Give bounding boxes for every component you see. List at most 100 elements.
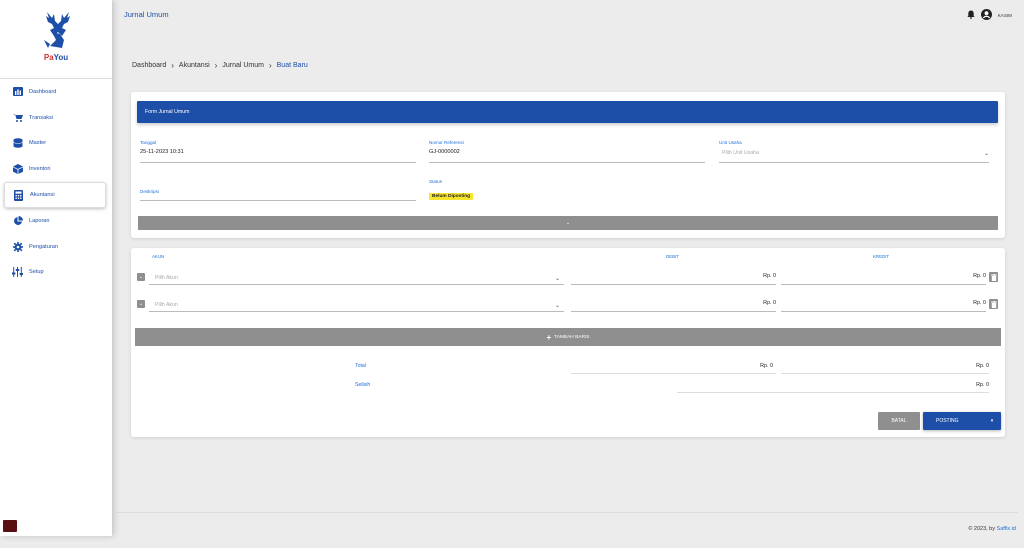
top-right-bar: KASIM <box>967 9 1012 21</box>
field-underline <box>429 162 705 163</box>
status-badge: Belum Diposting <box>429 193 474 200</box>
chevron-down-icon[interactable]: ⌄ <box>555 275 560 282</box>
sidebar: PaYou Dashboard Transaksi Master Invento… <box>0 0 112 536</box>
expand-toggle-bar[interactable]: ⌄ <box>138 216 998 230</box>
sidebar-item-dashboard[interactable]: Dashboard <box>0 79 112 105</box>
sidebar-item-master[interactable]: Master <box>0 131 112 157</box>
sidebar-item-label: Inventori <box>29 166 51 173</box>
caret-down-icon[interactable]: ▾ <box>983 418 1001 424</box>
delete-row-icon[interactable] <box>989 299 998 309</box>
sidebar-item-label: Akuntansi <box>30 192 55 199</box>
sidebar-item-label: Setup <box>29 269 44 276</box>
status-label: Status <box>429 179 443 184</box>
debug-toolbar-icon[interactable] <box>3 520 17 532</box>
field-underline <box>571 311 776 312</box>
breadcrumb-item[interactable]: Dashboard <box>132 62 166 69</box>
akun-placeholder: Pilih Akun <box>155 275 178 281</box>
selisih-label: Selisih <box>355 382 371 388</box>
total-debit: Rp. 0 <box>760 363 773 369</box>
field-underline <box>781 311 986 312</box>
breadcrumb: Dashboard › Akuntansi › Jurnal Umum › Bu… <box>132 61 308 70</box>
kredit-input[interactable]: Rp. 0 <box>781 300 986 306</box>
field-underline <box>677 392 989 393</box>
field-underline <box>140 162 416 163</box>
chevron-down-icon[interactable]: ⌄ <box>555 302 560 309</box>
sidebar-item-setup[interactable]: Setup <box>0 260 112 286</box>
sidebar-item-label: Master <box>29 140 47 147</box>
footer-link[interactable]: Saffix.id <box>997 526 1016 532</box>
pie-chart-icon <box>12 215 23 226</box>
field-underline <box>571 373 776 374</box>
kredit-input[interactable]: Rp. 0 <box>781 273 986 279</box>
sidebar-item-label: Pengaturan <box>29 243 58 250</box>
unit-usaha-placeholder: Pilih Unit Usaha <box>722 150 759 156</box>
form-card: Form Jurnal Umum Tanggal 25-11-2023 10:3… <box>131 92 1005 238</box>
nomor-referensi-field[interactable]: Nomor Referensi GJ-0000002 <box>429 140 464 155</box>
sidebar-item-label: Transaksi <box>29 114 54 121</box>
selisih-value: Rp. 0 <box>976 382 989 388</box>
sidebar-item-label: Dashboard <box>29 88 57 95</box>
row-expand-icon[interactable]: ⌄ <box>137 300 145 308</box>
unit-usaha-label: Unit Usaha <box>719 140 742 145</box>
add-row-button[interactable]: + TAMBAH BARIS <box>135 328 1001 346</box>
chart-icon <box>12 86 23 97</box>
sidebar-nav: Dashboard Transaksi Master Inventori Aku… <box>0 78 112 285</box>
debit-input[interactable]: Rp. 0 <box>571 273 776 279</box>
calculator-icon <box>13 189 24 201</box>
sidebar-item-transaksi[interactable]: Transaksi <box>0 105 112 131</box>
field-underline <box>781 373 989 374</box>
brand-you: You <box>53 53 69 62</box>
unit-usaha-select[interactable]: Unit Usaha Pilih Unit Usaha ⌄ <box>719 140 989 157</box>
sidebar-item-laporan[interactable]: Laporan <box>0 208 112 234</box>
column-header-kredit: KREDIT <box>873 254 890 259</box>
total-kredit: Rp. 0 <box>976 363 989 369</box>
chevron-down-icon[interactable]: ⌄ <box>984 150 989 157</box>
row-expand-icon[interactable]: ⌄ <box>137 273 145 281</box>
page-title: Jurnal Umum <box>124 10 169 19</box>
batal-button[interactable]: BATAL <box>878 412 920 430</box>
posting-button[interactable]: POSTING ▾ <box>923 412 1001 430</box>
delete-row-icon[interactable] <box>989 272 998 282</box>
user-name[interactable]: KASIM <box>998 13 1012 18</box>
nomor-referensi-value[interactable]: GJ-0000002 <box>429 149 464 155</box>
field-underline <box>719 162 989 163</box>
tanggal-value[interactable]: 25-11-2023 10:31 <box>140 149 184 155</box>
deskripsi-field[interactable]: Deskripsi <box>140 189 159 194</box>
sidebar-item-inventori[interactable]: Inventori <box>0 156 112 182</box>
sliders-icon <box>12 267 23 278</box>
tanggal-field[interactable]: Tanggal 25-11-2023 10:31 <box>140 140 184 155</box>
debit-input[interactable]: Rp. 0 <box>571 300 776 306</box>
breadcrumb-item[interactable]: Akuntansi <box>179 62 210 69</box>
breadcrumb-item[interactable]: Jurnal Umum <box>222 62 264 69</box>
sidebar-item-pengaturan[interactable]: Pengaturan <box>0 234 112 260</box>
add-row-label: TAMBAH BARIS <box>554 334 590 340</box>
database-icon <box>12 138 23 149</box>
user-avatar-icon[interactable] <box>980 9 992 21</box>
nomor-referensi-label: Nomor Referensi <box>429 140 464 145</box>
column-header-akun: AKUN <box>152 254 165 259</box>
unit-usaha-control[interactable]: Pilih Unit Usaha ⌄ <box>719 150 989 157</box>
chevron-right-icon: › <box>268 61 272 70</box>
gear-icon <box>12 241 23 252</box>
column-header-debit: DEBIT <box>666 254 679 259</box>
box-icon <box>12 164 23 175</box>
brand-pa: Pa <box>43 53 54 62</box>
form-card-header: Form Jurnal Umum <box>137 101 998 123</box>
chevron-right-icon: › <box>214 61 218 70</box>
akun-select[interactable]: Pilih Akun ⌄ <box>149 299 564 311</box>
chevron-right-icon: › <box>171 61 174 70</box>
status-field: Status Belum Diposting <box>429 179 474 202</box>
bell-icon[interactable] <box>967 10 975 20</box>
footer: © 2023, by Saffix.id <box>968 526 1016 532</box>
cart-icon <box>12 112 23 123</box>
deer-logo-icon <box>44 12 70 48</box>
posting-label: POSTING <box>936 418 959 424</box>
sidebar-item-akuntansi[interactable]: Akuntansi <box>4 182 106 208</box>
field-underline <box>140 200 416 201</box>
akun-placeholder: Pilih Akun <box>155 302 178 308</box>
footer-divider <box>116 512 1018 513</box>
field-underline <box>149 284 564 285</box>
akun-select[interactable]: Pilih Akun ⌄ <box>149 272 564 284</box>
field-underline <box>571 284 776 285</box>
journal-card: AKUN DEBIT KREDIT ⌄ Pilih Akun ⌄ Rp. 0 R… <box>131 248 1005 437</box>
